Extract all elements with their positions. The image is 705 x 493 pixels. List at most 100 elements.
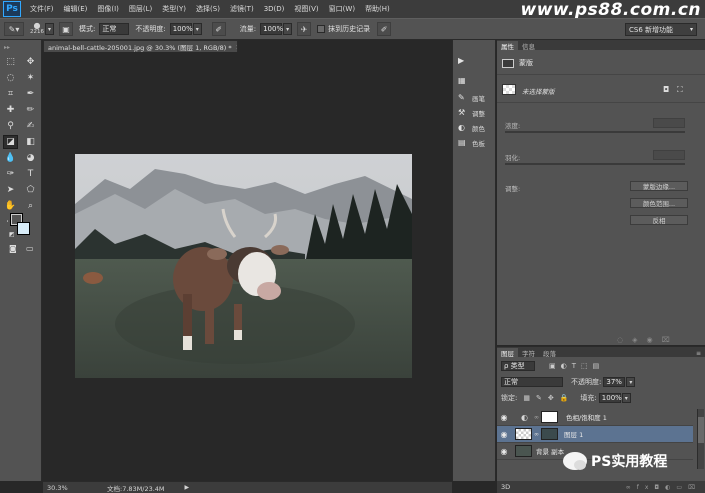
erase-to-history-checkbox[interactable] — [317, 25, 326, 33]
tab-properties[interactable]: 属性 — [497, 41, 518, 51]
shape-tool-icon[interactable]: ⬠ — [23, 183, 38, 197]
strip-item-history[interactable]: ▦ — [453, 70, 495, 90]
magic-wand-tool-icon[interactable]: ✶ — [23, 71, 38, 85]
close-icon[interactable]: × — [236, 43, 237, 51]
healing-brush-tool-icon[interactable]: ✚ — [3, 103, 18, 117]
strip-item-brush[interactable]: ✎ 画笔 — [453, 90, 495, 105]
play-icon: ▶ — [458, 55, 465, 65]
airbrush-icon[interactable]: ✈ — [297, 22, 312, 36]
menu-select[interactable]: 选择(S) — [191, 4, 225, 14]
document-tab[interactable]: animal-bell-cattle-205001.jpg @ 30.3% (图… — [43, 40, 238, 52]
menu-view[interactable]: 视图(V) — [289, 4, 323, 14]
menu-type[interactable]: 类型(Y) — [157, 4, 191, 14]
move-tool-icon[interactable]: ✥ — [23, 55, 38, 69]
type-tool-icon[interactable]: T — [23, 167, 38, 181]
layer-row-layer-1[interactable]: ◉ ∞ 图层 1 — [497, 426, 693, 443]
feather-slider[interactable] — [505, 163, 685, 165]
eyedropper-tool-icon[interactable]: ✒ — [23, 87, 38, 101]
flow-dropdown-arrow[interactable]: ▾ — [283, 23, 293, 35]
layer-row-hue-saturation[interactable]: ◉ ◐ ∞ 色相/饱和度 1 — [497, 409, 693, 426]
apply-mask-icon[interactable]: ◈ — [632, 336, 637, 344]
layer-filter-select[interactable]: ρ 类型 — [501, 361, 535, 371]
mask-edge-button[interactable]: 蒙版边缘... — [630, 181, 688, 191]
hand-tool-icon[interactable]: ✋ — [3, 199, 18, 213]
gradient-tool-icon[interactable]: ◧ — [23, 135, 38, 149]
fill-input[interactable]: 100% — [598, 393, 622, 403]
zoom-tool-icon[interactable]: ⌕ — [23, 199, 38, 213]
flow-input[interactable]: 100% — [260, 23, 283, 35]
crop-tool-icon[interactable]: ⌗ — [3, 87, 18, 101]
density-input[interactable] — [653, 118, 685, 128]
brush-panel-toggle-icon[interactable]: ▣ — [59, 22, 73, 36]
layer-opacity-arrow[interactable]: ▾ — [626, 377, 636, 387]
eraser-tool-icon[interactable]: ◪ — [3, 135, 18, 149]
history-brush-tool-icon[interactable]: ✎▾ — [4, 22, 24, 36]
feather-input[interactable] — [653, 150, 685, 160]
strip-item-adjust[interactable]: ⚒ 调整 — [453, 105, 495, 120]
color-range-button[interactable]: 颜色范围... — [630, 198, 688, 208]
menu-file[interactable]: 文件(F) — [25, 4, 59, 14]
visibility-eye-icon[interactable]: ◉ — [497, 430, 511, 439]
link-icon: ∞ — [533, 413, 539, 421]
strip-item-actions[interactable]: ▶ — [453, 50, 495, 70]
layer-opacity-input[interactable]: 37% — [603, 377, 626, 387]
pressure-opacity-icon[interactable]: ✐ — [211, 22, 226, 36]
opacity-dropdown-arrow[interactable]: ▾ — [192, 23, 202, 35]
tab-paragraph[interactable]: 段落 — [539, 348, 560, 358]
workspace-switcher[interactable]: CS6 新增功能 ▾ — [625, 23, 697, 36]
disable-mask-icon[interactable]: ◉ — [647, 336, 653, 344]
scrollbar-thumb[interactable] — [698, 417, 704, 443]
document-image-cow-mountains[interactable] — [75, 154, 412, 378]
layers-scrollbar[interactable] — [697, 409, 704, 469]
fill-arrow[interactable]: ▾ — [621, 393, 631, 403]
visibility-eye-icon[interactable]: ◉ — [497, 413, 511, 422]
status-arrow-icon[interactable]: ▶ — [185, 484, 190, 491]
tab-layers[interactable]: 图层 — [497, 348, 518, 358]
invert-button[interactable]: 反相 — [630, 215, 688, 225]
blend-mode-select[interactable]: 正常 — [501, 377, 563, 387]
strip-item-color[interactable]: ◐ 颜色 — [453, 120, 495, 135]
screen-mode-icon[interactable]: ▭ — [26, 244, 34, 253]
filter-type-icons[interactable]: ▣◐T⬚▤ — [549, 362, 604, 370]
menu-edit[interactable]: 编辑(E) — [59, 4, 93, 14]
pen-tool-icon[interactable]: ✑ — [3, 167, 18, 181]
strip-item-swatches[interactable]: ▤ 色板 — [453, 135, 495, 150]
menu-help[interactable]: 帮助(H) — [360, 4, 395, 14]
brush-preset-picker[interactable]: ● 2216 — [30, 22, 44, 36]
layers-footer-icons[interactable]: ∞fx◘◐▭⌧ — [626, 484, 701, 491]
density-slider[interactable] — [505, 131, 685, 133]
tab-info[interactable]: 信息 — [518, 41, 539, 51]
blur-tool-icon[interactable]: 💧 — [3, 151, 18, 165]
zoom-level[interactable]: 30.3% — [47, 484, 87, 492]
tab-character[interactable]: 字符 — [518, 348, 539, 358]
brush-dropdown-arrow[interactable]: ▾ — [45, 23, 54, 35]
delete-mask-icon[interactable]: ⌧ — [662, 336, 670, 344]
marquee-tool-icon[interactable]: ⬚ — [3, 55, 18, 69]
menu-window[interactable]: 窗口(W) — [324, 4, 360, 14]
quick-mask-icon[interactable]: ◙ — [9, 244, 17, 253]
panel-menu-icon[interactable]: ≡ — [696, 350, 701, 357]
selection-from-mask-icon[interactable]: ◌ — [617, 336, 623, 344]
menu-3d[interactable]: 3D(D) — [259, 5, 290, 13]
lasso-tool-icon[interactable]: ◌ — [3, 71, 18, 85]
pressure-size-icon[interactable]: ✐ — [377, 22, 392, 36]
vector-mask-icon[interactable]: ⛶ — [677, 85, 683, 95]
clone-stamp-tool-icon[interactable]: ⚲ — [3, 119, 18, 133]
3d-tab[interactable]: 3D — [501, 483, 510, 491]
visibility-eye-icon[interactable]: ◉ — [497, 447, 511, 456]
dodge-tool-icon[interactable]: ◕ — [23, 151, 38, 165]
menu-image[interactable]: 图像(I) — [92, 4, 124, 14]
opacity-input[interactable]: 100% — [169, 23, 193, 35]
menu-layer[interactable]: 图层(L) — [124, 4, 157, 14]
chevron-down-icon: ▾ — [689, 26, 693, 33]
menu-filter[interactable]: 滤镜(T) — [225, 4, 259, 14]
background-color-swatch[interactable] — [17, 222, 30, 235]
brush-tool-icon[interactable]: ✏ — [23, 103, 38, 117]
history-brush-tool-icon[interactable]: ✍ — [23, 119, 38, 133]
lock-icons[interactable]: ▦✎✥🔒 — [523, 394, 574, 402]
pixel-mask-icon[interactable]: ◘ — [663, 85, 669, 94]
default-colors-icon[interactable]: ◩ — [9, 231, 15, 238]
path-selection-tool-icon[interactable]: ➤ — [3, 183, 18, 197]
tools-panel-grip[interactable]: ▸▸ — [0, 40, 41, 54]
mode-select[interactable]: 正常 — [99, 23, 130, 35]
